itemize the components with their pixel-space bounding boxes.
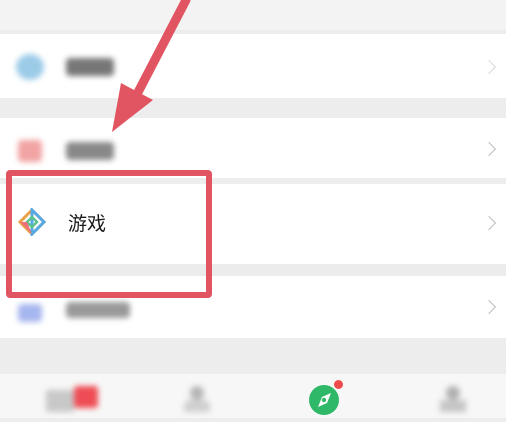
- highlight-box: [6, 170, 212, 298]
